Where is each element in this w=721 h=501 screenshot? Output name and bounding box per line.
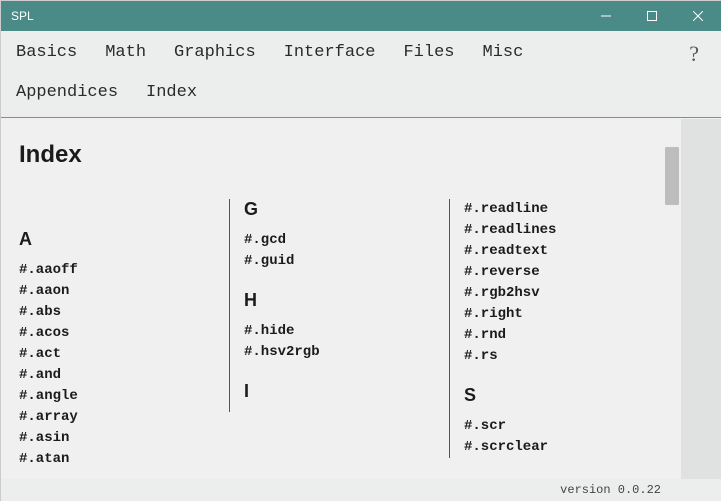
maximize-icon bbox=[647, 11, 657, 21]
menu-math[interactable]: Math bbox=[105, 39, 146, 67]
menu-interface[interactable]: Interface bbox=[284, 39, 376, 67]
index-entry[interactable]: #.aaoff bbox=[19, 260, 215, 281]
index-entry[interactable]: #.atan bbox=[19, 449, 215, 470]
index-letter: A bbox=[19, 229, 215, 250]
menu-graphics[interactable]: Graphics bbox=[174, 39, 256, 67]
scrollbar-thumb[interactable] bbox=[665, 147, 679, 205]
index-entry[interactable]: #.readlines bbox=[464, 220, 631, 241]
index-columns: A #.aaoff #.aaon #.abs #.acos #.act #.an… bbox=[19, 199, 645, 470]
index-letter: S bbox=[464, 385, 631, 406]
index-column-3: #.readline #.readlines #.readtext #.reve… bbox=[449, 199, 645, 458]
index-entry[interactable]: #.rgb2hsv bbox=[464, 283, 631, 304]
titlebar: SPL bbox=[1, 1, 721, 31]
scrollbar-track[interactable] bbox=[663, 119, 681, 479]
index-entry[interactable]: #.gcd bbox=[244, 230, 435, 251]
menu-appendices[interactable]: Appendices bbox=[16, 79, 118, 107]
index-column-1: A #.aaoff #.aaon #.abs #.acos #.act #.an… bbox=[19, 199, 229, 470]
index-letter: I bbox=[244, 381, 435, 402]
index-letter: G bbox=[244, 199, 435, 220]
menubar: Basics Math Graphics Interface Files Mis… bbox=[1, 31, 721, 118]
menu-index[interactable]: Index bbox=[146, 79, 197, 107]
index-entry[interactable]: #.right bbox=[464, 304, 631, 325]
index-entry[interactable]: #.abs bbox=[19, 302, 215, 323]
minimize-icon bbox=[601, 11, 611, 21]
index-entry[interactable]: #.hide bbox=[244, 321, 435, 342]
index-entry[interactable]: #.act bbox=[19, 344, 215, 365]
index-entry[interactable]: #.angle bbox=[19, 386, 215, 407]
statusbar: version 0.0.22 bbox=[1, 479, 721, 501]
close-icon bbox=[693, 11, 703, 21]
maximize-button[interactable] bbox=[629, 1, 675, 31]
content-area: Index A #.aaoff #.aaon #.abs #.acos #.ac… bbox=[1, 119, 663, 479]
menu-files[interactable]: Files bbox=[403, 39, 454, 67]
page-title: Index bbox=[19, 141, 645, 169]
close-button[interactable] bbox=[675, 1, 721, 31]
index-entry[interactable]: #.guid bbox=[244, 251, 435, 272]
index-column-2: G #.gcd #.guid H #.hide #.hsv2rgb I bbox=[229, 199, 449, 412]
window-title: SPL bbox=[1, 9, 583, 23]
menu-misc[interactable]: Misc bbox=[483, 39, 524, 67]
window-controls bbox=[583, 1, 721, 31]
index-entry[interactable]: #.readline bbox=[464, 199, 631, 220]
version-label: version 0.0.22 bbox=[560, 483, 661, 497]
index-entry[interactable]: #.rs bbox=[464, 346, 631, 367]
index-letter: H bbox=[244, 290, 435, 311]
right-gutter bbox=[681, 119, 721, 479]
index-entry[interactable]: #.aaon bbox=[19, 281, 215, 302]
index-entry[interactable]: #.hsv2rgb bbox=[244, 342, 435, 363]
index-entry[interactable]: #.acos bbox=[19, 323, 215, 344]
minimize-button[interactable] bbox=[583, 1, 629, 31]
menu-basics[interactable]: Basics bbox=[16, 39, 77, 67]
index-entry[interactable]: #.array bbox=[19, 407, 215, 428]
index-entry[interactable]: #.rnd bbox=[464, 325, 631, 346]
index-entry[interactable]: #.readtext bbox=[464, 241, 631, 262]
index-entry[interactable]: #.and bbox=[19, 365, 215, 386]
index-entry[interactable]: #.scr bbox=[464, 416, 631, 437]
index-entry[interactable]: #.asin bbox=[19, 428, 215, 449]
index-entry[interactable]: #.reverse bbox=[464, 262, 631, 283]
help-button[interactable]: ? bbox=[689, 41, 699, 67]
index-entry[interactable]: #.scrclear bbox=[464, 437, 631, 458]
